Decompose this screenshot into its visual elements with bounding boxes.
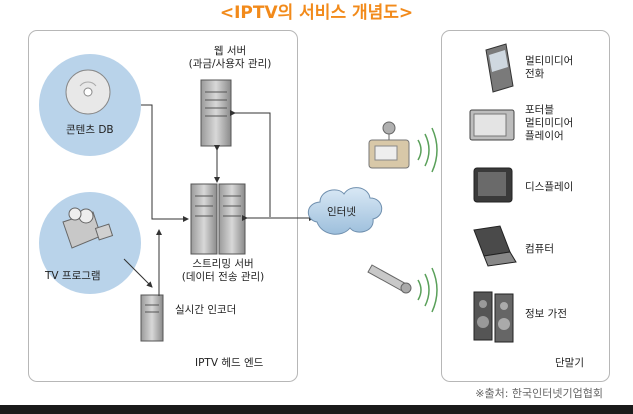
encoder-icon	[140, 294, 164, 342]
web-server-title: 웹 서버	[213, 45, 247, 57]
source-note: ※출처: 한국인터넷기업협회	[475, 387, 603, 400]
terminal-item-label: 멀티미디어	[525, 55, 574, 67]
wireless-antenna-icon	[367, 264, 438, 313]
streaming-server-label: 스트리밍 서버 (데이터 전송 관리)	[168, 258, 278, 284]
tv-program-label: TV 프로그램	[45, 270, 101, 282]
wireless-router-icon	[368, 121, 438, 173]
terminal-item-computer: 컴퓨터	[525, 243, 554, 255]
content-db-label: 콘텐츠 DB	[66, 124, 114, 136]
head-end-label: IPTV 헤드 엔드	[195, 357, 264, 369]
terminal-item-phone: 멀티미디어 전화	[525, 55, 573, 81]
streaming-server-subtitle: (데이터 전송 관리)	[181, 271, 265, 283]
bottom-bar	[0, 405, 633, 414]
internet-label: 인터넷	[327, 206, 356, 218]
laptop-icon	[473, 225, 517, 267]
tv-display-icon	[473, 167, 513, 203]
web-server-label: 웹 서버 (과금/사용자 관리)	[180, 45, 280, 71]
encoder-label: 실시간 인코더	[175, 304, 237, 316]
terminal-item-label: 멀티미디어	[525, 117, 574, 129]
web-server-icon	[200, 79, 232, 147]
speaker-icon	[473, 291, 514, 343]
mobile-phone-icon	[485, 43, 514, 93]
terminal-item-label: 플레이어	[525, 130, 564, 142]
terminal-item-label: 포터블	[525, 104, 554, 116]
terminal-item-player: 포터블 멀티미디어 플레이어	[525, 104, 573, 143]
terminal-item-display: 디스플레이	[525, 181, 574, 193]
terminal-item-label: 전화	[525, 68, 545, 80]
web-server-subtitle: (과금/사용자 관리)	[188, 58, 272, 70]
streaming-server-icon	[190, 183, 246, 255]
terminal-panel-label: 단말기	[555, 357, 584, 369]
content-db-icon	[39, 54, 141, 156]
streaming-server-title: 스트리밍 서버	[192, 258, 254, 270]
terminal-item-appliance: 정보 가전	[525, 308, 567, 320]
portable-player-icon	[469, 109, 515, 141]
